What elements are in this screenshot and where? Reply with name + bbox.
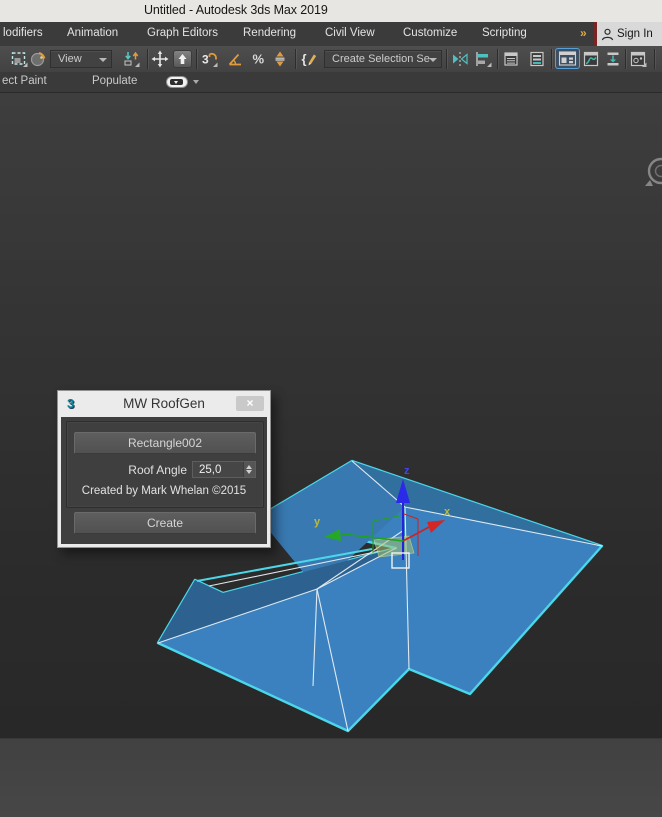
roof-angle-spinner[interactable]: 25,0 xyxy=(192,461,256,478)
sign-in-button[interactable]: Sign In xyxy=(597,22,662,46)
named-selection-set-value: Create Selection Se xyxy=(332,53,430,65)
menu-civil-view[interactable]: Civil View xyxy=(325,27,375,39)
toolbar-separator xyxy=(551,49,552,69)
roofgen-dialog: 3 MW RoofGen × Rectangle002 Roof Angle 2… xyxy=(57,390,271,548)
mirror-icon[interactable] xyxy=(451,50,469,68)
menu-bar: lodifiers Animation Graph Editors Render… xyxy=(0,22,662,47)
chevron-down-icon xyxy=(429,58,437,62)
toolbar-separator xyxy=(196,49,197,69)
angle-snap-icon[interactable] xyxy=(226,50,244,68)
chevron-down-icon xyxy=(99,58,107,62)
svg-text:%: % xyxy=(253,52,265,67)
spinner-buttons xyxy=(243,462,255,477)
max-logo-icon: 3 xyxy=(67,396,74,411)
menu-overflow-chevron-icon[interactable]: » xyxy=(580,26,587,40)
spinner-snap-icon[interactable] xyxy=(271,50,289,68)
svg-text:{: { xyxy=(302,52,307,67)
ribbon-tab-row: ect Paint Populate xyxy=(0,72,662,93)
roofgen-dialog-body: Rectangle002 Roof Angle 25,0 Created by … xyxy=(61,417,267,544)
window-titlebar[interactable]: Untitled - Autodesk 3ds Max 2019 xyxy=(0,0,662,22)
menu-customize[interactable]: Customize xyxy=(403,27,457,39)
named-selection-set-select[interactable]: Create Selection Se xyxy=(324,50,442,68)
close-button[interactable]: × xyxy=(236,396,264,411)
schematic-view-icon[interactable] xyxy=(604,50,622,68)
ribbon-toggle-button[interactable] xyxy=(555,48,580,69)
roofgen-dialog-titlebar[interactable]: 3 MW RoofGen × xyxy=(58,391,270,417)
percent-snap-icon[interactable]: % xyxy=(250,50,268,68)
select-and-manipulate-icon[interactable] xyxy=(151,50,169,68)
lower-panel-area xyxy=(0,738,662,817)
ribbon-options-arrow-icon[interactable] xyxy=(193,80,199,84)
main-toolbar: View 3 % { Create S xyxy=(0,46,662,73)
scene-explorer-icon[interactable] xyxy=(528,50,546,68)
tab-populate[interactable]: Populate xyxy=(92,75,137,87)
reference-coordinate-value: View xyxy=(58,53,82,65)
curve-editor-icon[interactable] xyxy=(582,50,600,68)
toolbar-separator xyxy=(654,49,655,69)
menu-scripting[interactable]: Scripting xyxy=(482,27,527,39)
toolbar-separator xyxy=(625,49,626,69)
reference-coordinate-select[interactable]: View xyxy=(50,50,112,68)
layer-explorer-icon[interactable] xyxy=(502,50,520,68)
sign-in-label: Sign In xyxy=(617,28,653,40)
roof-angle-label: Roof Angle xyxy=(61,463,187,477)
menu-rendering[interactable]: Rendering xyxy=(243,27,296,39)
toolbar-separator xyxy=(147,49,148,69)
credit-text: Created by Mark Whelan ©2015 xyxy=(61,485,267,497)
minimize-ribbon-button[interactable] xyxy=(166,76,188,88)
selection-region-icon[interactable] xyxy=(10,50,28,68)
window-title: Untitled - Autodesk 3ds Max 2019 xyxy=(144,3,328,17)
window-crossing-icon[interactable] xyxy=(29,50,47,68)
align-icon[interactable] xyxy=(474,50,492,68)
pick-shape-button[interactable]: Rectangle002 xyxy=(74,432,256,454)
create-button[interactable]: Create xyxy=(74,512,256,534)
arrow-up-icon xyxy=(174,51,191,67)
menu-modifiers[interactable]: lodifiers xyxy=(3,27,43,39)
use-center-icon[interactable] xyxy=(122,50,140,68)
user-icon xyxy=(601,27,614,42)
tab-object-paint[interactable]: ect Paint xyxy=(2,75,47,87)
spinner-down-button[interactable] xyxy=(246,470,252,474)
material-editor-icon[interactable] xyxy=(629,50,647,68)
svg-text:3: 3 xyxy=(202,53,209,67)
menu-graph-editors[interactable]: Graph Editors xyxy=(147,27,218,39)
ribbon-window-icon xyxy=(556,49,579,68)
spinner-up-button[interactable] xyxy=(246,465,252,469)
minimize-ribbon-icon xyxy=(170,79,183,85)
roof-angle-value[interactable]: 25,0 xyxy=(199,464,221,476)
menu-animation[interactable]: Animation xyxy=(67,27,118,39)
toolbar-separator xyxy=(497,49,498,69)
toolbar-separator xyxy=(446,49,447,69)
edit-named-sets-icon[interactable]: { xyxy=(300,50,318,68)
toolbar-separator xyxy=(295,49,296,69)
snap-toggle-3d-icon[interactable]: 3 xyxy=(200,50,218,68)
keyboard-override-button[interactable] xyxy=(173,50,192,68)
